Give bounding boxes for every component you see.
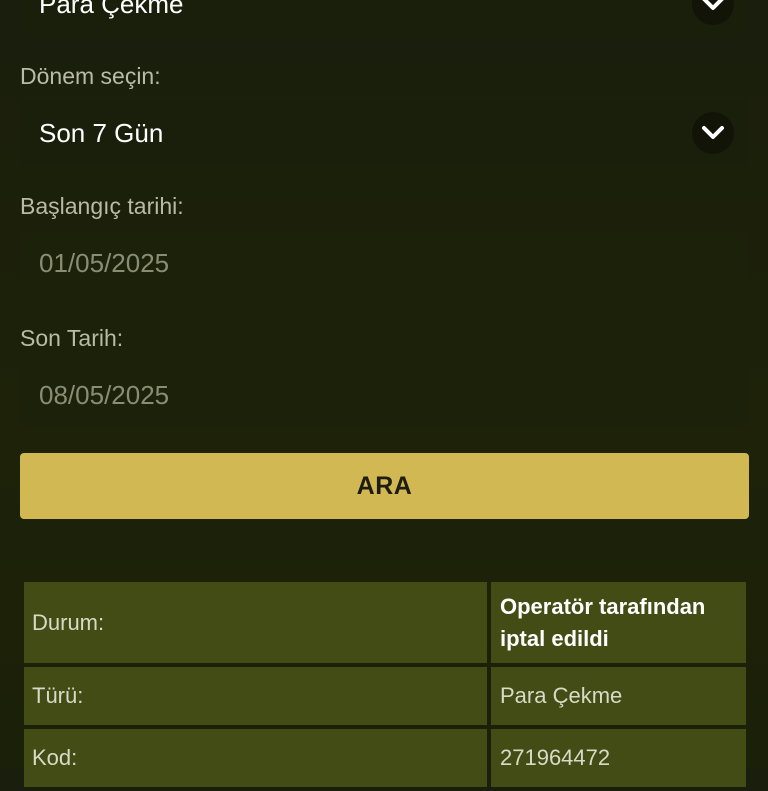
- status-value: Operatör tarafından iptal edildi: [491, 582, 746, 663]
- period-value: Son 7 Gün: [39, 117, 164, 148]
- end-date-input[interactable]: [20, 363, 748, 427]
- end-date-label: Son Tarih:: [20, 325, 124, 351]
- start-date-input[interactable]: [20, 231, 748, 295]
- code-key: Kod:: [24, 729, 487, 787]
- table-row: Durum: Operatör tarafından iptal edildi: [24, 582, 746, 663]
- type-value: Para Çekme: [491, 667, 746, 725]
- table-row: Türü: Para Çekme: [24, 667, 746, 725]
- results-table: Durum: Operatör tarafından iptal edildi …: [24, 582, 746, 791]
- transaction-type-select[interactable]: Para Çekme: [20, 0, 748, 36]
- start-date-label: Başlangıç tarihi:: [20, 193, 184, 219]
- status-key: Durum:: [24, 582, 487, 663]
- transaction-type-value: Para Çekme: [39, 0, 184, 19]
- search-button[interactable]: ARA: [20, 453, 749, 519]
- chevron-down-icon[interactable]: [692, 0, 734, 25]
- table-row: Kod: 271964472: [24, 729, 746, 787]
- period-select[interactable]: Son 7 Gün: [20, 101, 748, 165]
- type-key: Türü:: [24, 667, 487, 725]
- period-label: Dönem seçin:: [20, 63, 161, 89]
- code-value: 271964472: [491, 729, 746, 787]
- chevron-down-icon[interactable]: [692, 112, 734, 154]
